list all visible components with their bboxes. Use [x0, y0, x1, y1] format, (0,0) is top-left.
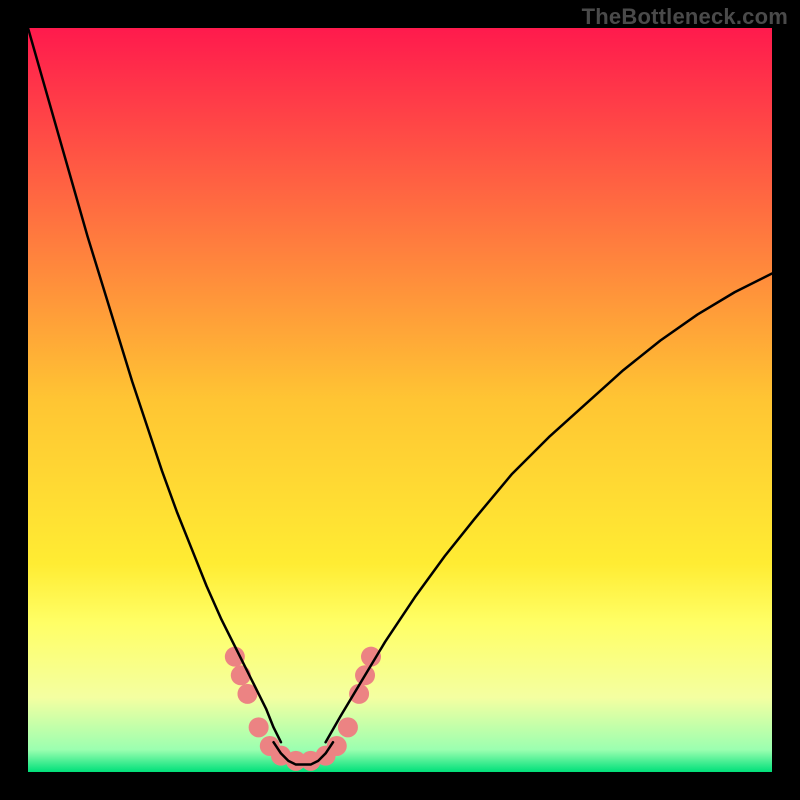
plot-area	[28, 28, 772, 772]
valley-marker	[225, 647, 245, 667]
watermark-text: TheBottleneck.com	[582, 4, 788, 30]
valley-marker	[338, 717, 358, 737]
valley-marker	[231, 665, 251, 685]
plot-svg	[28, 28, 772, 772]
chart-frame: TheBottleneck.com	[0, 0, 800, 800]
valley-marker	[249, 717, 269, 737]
